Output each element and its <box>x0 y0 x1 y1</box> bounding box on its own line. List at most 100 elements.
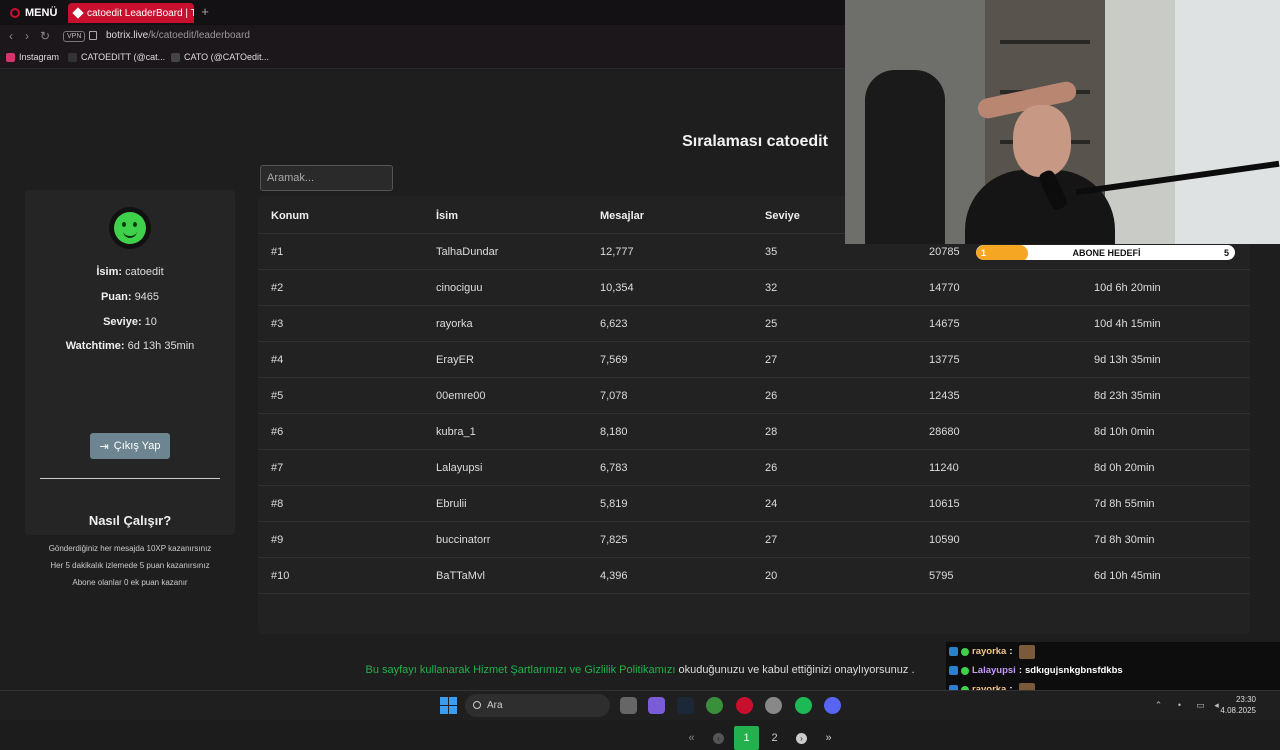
cell-points: 11240 <box>929 462 959 474</box>
cell-messages: 10,354 <box>600 282 634 294</box>
chat-separator: : <box>1009 646 1013 657</box>
logout-label: Çıkış Yap <box>113 440 161 452</box>
vpn-badge[interactable]: VPN <box>63 31 86 42</box>
chat-username: rayorka <box>972 646 1007 657</box>
cell-watchtime: 10d 6h 20min <box>1094 282 1161 294</box>
next-page-button[interactable]: › <box>788 726 815 750</box>
cell-name: Lalayupsi <box>436 462 483 474</box>
browser-menu-button[interactable]: MENÜ <box>0 0 62 25</box>
cell-rank: #6 <box>271 426 284 438</box>
logout-button[interactable]: ⇥ Çıkış Yap <box>90 433 170 459</box>
network-icon[interactable]: ▭ <box>1195 700 1206 711</box>
opera-icon[interactable] <box>736 697 753 714</box>
vip-icon <box>961 647 969 656</box>
terms-link[interactable]: Bu sayfayı kullanarak Hizmet Şartlarımız… <box>365 664 675 676</box>
how-line: Her 5 dakikalık izlemede 5 puan kazanırs… <box>50 561 210 570</box>
chat-text: sdkıgujsnkgbnsfdkbs <box>1025 665 1123 676</box>
cell-name: kubra_1 <box>436 426 476 438</box>
how-it-works-title: Nasıl Çalışır? <box>88 513 172 528</box>
cell-watchtime: 8d 10h 0min <box>1094 426 1155 438</box>
cell-rank: #7 <box>271 462 284 474</box>
cell-name: BaTTaMvl <box>436 570 485 582</box>
spotify-icon[interactable] <box>795 697 812 714</box>
cell-level: 27 <box>765 534 778 546</box>
vip-icon <box>961 666 969 675</box>
cell-messages: 4,396 <box>600 570 628 582</box>
cell-level: 25 <box>765 318 778 330</box>
cell-rank: #9 <box>271 534 284 546</box>
column-header-rank[interactable]: Konum <box>271 198 309 234</box>
footer-suffix: okuduğunuzu ve kabul ettiğinizi onaylıyo… <box>675 664 915 676</box>
botrix-favicon-icon <box>72 7 84 19</box>
sign-out-icon: ⇥ <box>99 440 109 453</box>
how-line: Abone olanlar 0 ek puan kazanır <box>72 578 188 587</box>
last-page-button[interactable]: » <box>815 726 842 750</box>
cell-points: 10590 <box>929 534 960 546</box>
cell-rank: #3 <box>271 318 284 330</box>
bookmark-x[interactable]: CATO (@CATOedit... <box>171 52 269 62</box>
cell-points: 14770 <box>929 282 960 294</box>
copilot-icon[interactable] <box>648 697 665 714</box>
column-header-name[interactable]: İsim <box>436 198 458 234</box>
chrome-icon[interactable] <box>706 697 723 714</box>
cell-watchtime: 7d 8h 55min <box>1094 498 1155 510</box>
table-row: #5 00emre00 7,078 26 12435 8d 23h 35min <box>258 378 1250 414</box>
column-header-level[interactable]: Seviye <box>765 198 800 234</box>
obs-icon[interactable] <box>765 697 782 714</box>
tray-chevron-icon[interactable]: ⌃ <box>1153 700 1164 711</box>
column-header-messages[interactable]: Mesajlar <box>600 198 644 234</box>
discord-icon[interactable] <box>824 697 841 714</box>
cam-person-head <box>1013 105 1071 177</box>
url-field[interactable]: botrix.live/k/catoedit/leaderboard <box>106 30 250 41</box>
cell-name: Ebrulii <box>436 498 467 510</box>
taskbar-search[interactable]: Ara <box>465 694 610 717</box>
instagram-icon <box>6 52 15 62</box>
cell-rank: #1 <box>271 246 284 258</box>
cell-messages: 7,078 <box>600 390 628 402</box>
chevron-right-icon: › <box>796 733 807 744</box>
chevron-left-icon: ‹ <box>713 733 724 744</box>
lock-icon[interactable] <box>89 31 97 40</box>
forward-arrow-icon[interactable]: › <box>20 29 34 43</box>
cell-rank: #5 <box>271 390 284 402</box>
cam-curtain <box>1175 0 1280 244</box>
windows-start-icon[interactable] <box>440 697 457 714</box>
bookmark-instagram[interactable]: Instagram <box>6 52 59 62</box>
cell-name: 00emre00 <box>436 390 486 402</box>
back-arrow-icon[interactable]: ‹ <box>4 29 18 43</box>
cell-watchtime: 10d 4h 15min <box>1094 318 1161 330</box>
cell-watchtime: 8d 23h 35min <box>1094 390 1161 402</box>
cell-level: 20 <box>765 570 778 582</box>
menu-label: MENÜ <box>25 6 58 19</box>
bookmark-label: CATO (@CATOedit... <box>184 52 269 62</box>
goal-current: 1 <box>981 248 987 258</box>
new-tab-button[interactable]: + <box>198 4 212 20</box>
cell-watchtime: 8d 0h 20min <box>1094 462 1155 474</box>
prev-page-button[interactable]: ‹ <box>705 726 732 750</box>
windows-taskbar: Ara ⌃ • ▭ ◂ 23:30 4.08.2025 <box>0 690 1280 720</box>
bookmark-label: Instagram <box>19 52 60 62</box>
cell-level: 26 <box>765 462 778 474</box>
smiley-avatar-icon <box>114 212 146 244</box>
browser-tab-active[interactable]: catoedit LeaderBoard | Th <box>68 3 194 23</box>
cam-chair <box>865 70 945 244</box>
subscriber-goal-bar: ABONE HEDEFİ 1 5 <box>975 244 1236 261</box>
cell-level: 32 <box>765 282 778 294</box>
avatar <box>109 207 151 249</box>
search-input[interactable] <box>260 165 393 191</box>
chat-emote-icon <box>1018 644 1035 659</box>
first-page-button[interactable]: « <box>678 726 705 750</box>
bookmark-tiktok[interactable]: CATOEDITT (@cat... <box>68 52 165 62</box>
page-button-1[interactable]: 1 <box>734 726 759 750</box>
taskbar-clock[interactable]: 23:30 4.08.2025 <box>1220 694 1256 716</box>
steam-icon[interactable] <box>677 697 694 714</box>
cell-level: 28 <box>765 426 778 438</box>
cell-rank: #10 <box>271 570 290 582</box>
page-button-2[interactable]: 2 <box>761 726 788 750</box>
table-row: #4 ErayER 7,569 27 13775 9d 13h 35min <box>258 342 1250 378</box>
cell-level: 24 <box>765 498 778 510</box>
microphone-icon[interactable]: • <box>1174 700 1185 711</box>
task-view-icon[interactable] <box>620 697 637 714</box>
profile-card: İsim: catoedit Puan: 9465 Seviye: 10 Wat… <box>25 190 235 587</box>
reload-icon[interactable]: ↻ <box>38 29 52 43</box>
